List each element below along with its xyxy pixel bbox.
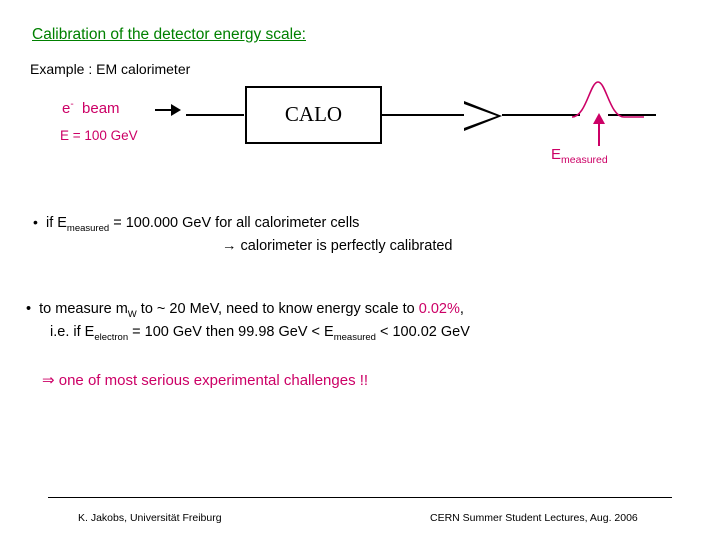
- beam-label-suffix: beam: [82, 100, 120, 117]
- slide-canvas: Calibration of the detector energy scale…: [0, 0, 720, 540]
- measured-energy-arrow-head-icon: [593, 113, 605, 124]
- signal-line-out-of-calo: [382, 114, 465, 116]
- bullet-item-1: • if Emeasured = 100.000 GeV for all cal…: [33, 214, 359, 234]
- beam-label-superscript: -: [70, 99, 74, 110]
- measured-energy-subscript: measured: [561, 154, 608, 166]
- bullet-1-text-pre: if E: [45, 215, 67, 231]
- bullet-2-highlight: 0.02%: [418, 301, 460, 317]
- signal-line-after-amplifier: [502, 114, 580, 116]
- beam-arrow-head-icon: [171, 104, 181, 116]
- signal-line-into-calo: [186, 114, 244, 116]
- bullet-dot-1: •: [33, 214, 38, 230]
- footer-divider: [48, 497, 672, 498]
- bullet-2-subscript-w: W: [127, 308, 137, 320]
- bullet-2b-text-post: < 100.02 GeV: [375, 324, 470, 340]
- bullet-1-arrow-icon: →: [222, 238, 237, 254]
- bullet-2-text-pre: to measure m: [39, 301, 128, 317]
- bullet-3-arrow-icon: ⇒: [42, 372, 55, 389]
- example-line: Example : EM calorimeter: [30, 61, 191, 77]
- amplifier-triangle-fill: [464, 104, 497, 128]
- gaussian-peak-icon: [572, 81, 644, 118]
- bullet-2b-text-mid: = 100 GeV then 99.98 GeV < E: [128, 324, 334, 340]
- bullet-2-text-post: to ~ 20 MeV, need to know energy scale t…: [136, 301, 419, 317]
- bullet-2-tail: ,: [459, 301, 464, 317]
- bullet-2b-text-pre: i.e. if E: [50, 324, 95, 340]
- bullet-item-3: ⇒ one of most serious experimental chall…: [42, 371, 368, 389]
- page-title: Calibration of the detector energy scale…: [32, 26, 306, 43]
- calorimeter-box-label: CALO: [284, 102, 343, 126]
- bullet-1-text-post: = 100.000 GeV for all calorimeter cells: [109, 215, 360, 231]
- bullet-1-conclusion-text: calorimeter is perfectly calibrated: [236, 238, 453, 254]
- measured-energy-base: E: [551, 146, 562, 163]
- measured-energy-label: Emeasured: [551, 146, 608, 166]
- bullet-2b-subscript-electron: electron: [94, 331, 129, 343]
- bullet-item-2-detail: i.e. if Eelectron = 100 GeV then 99.98 G…: [50, 324, 470, 343]
- bullet-item-1-conclusion: → calorimeter is perfectly calibrated: [222, 238, 452, 254]
- bullet-dot-2: •: [26, 301, 32, 317]
- bullet-1-subscript: measured: [66, 222, 110, 234]
- footer-author: K. Jakobs, Universität Freiburg: [78, 512, 222, 524]
- beam-energy-label: E = 100 GeV: [60, 128, 138, 143]
- footer-event: CERN Summer Student Lectures, Aug. 2006: [430, 512, 638, 524]
- bullet-3-text: one of most serious experimental challen…: [54, 372, 369, 389]
- beam-label: e- beam: [62, 99, 120, 117]
- bullet-item-2: • to measure mW to ~ 20 MeV, need to kno…: [26, 301, 464, 320]
- bullet-2b-subscript-measured: measured: [333, 331, 376, 343]
